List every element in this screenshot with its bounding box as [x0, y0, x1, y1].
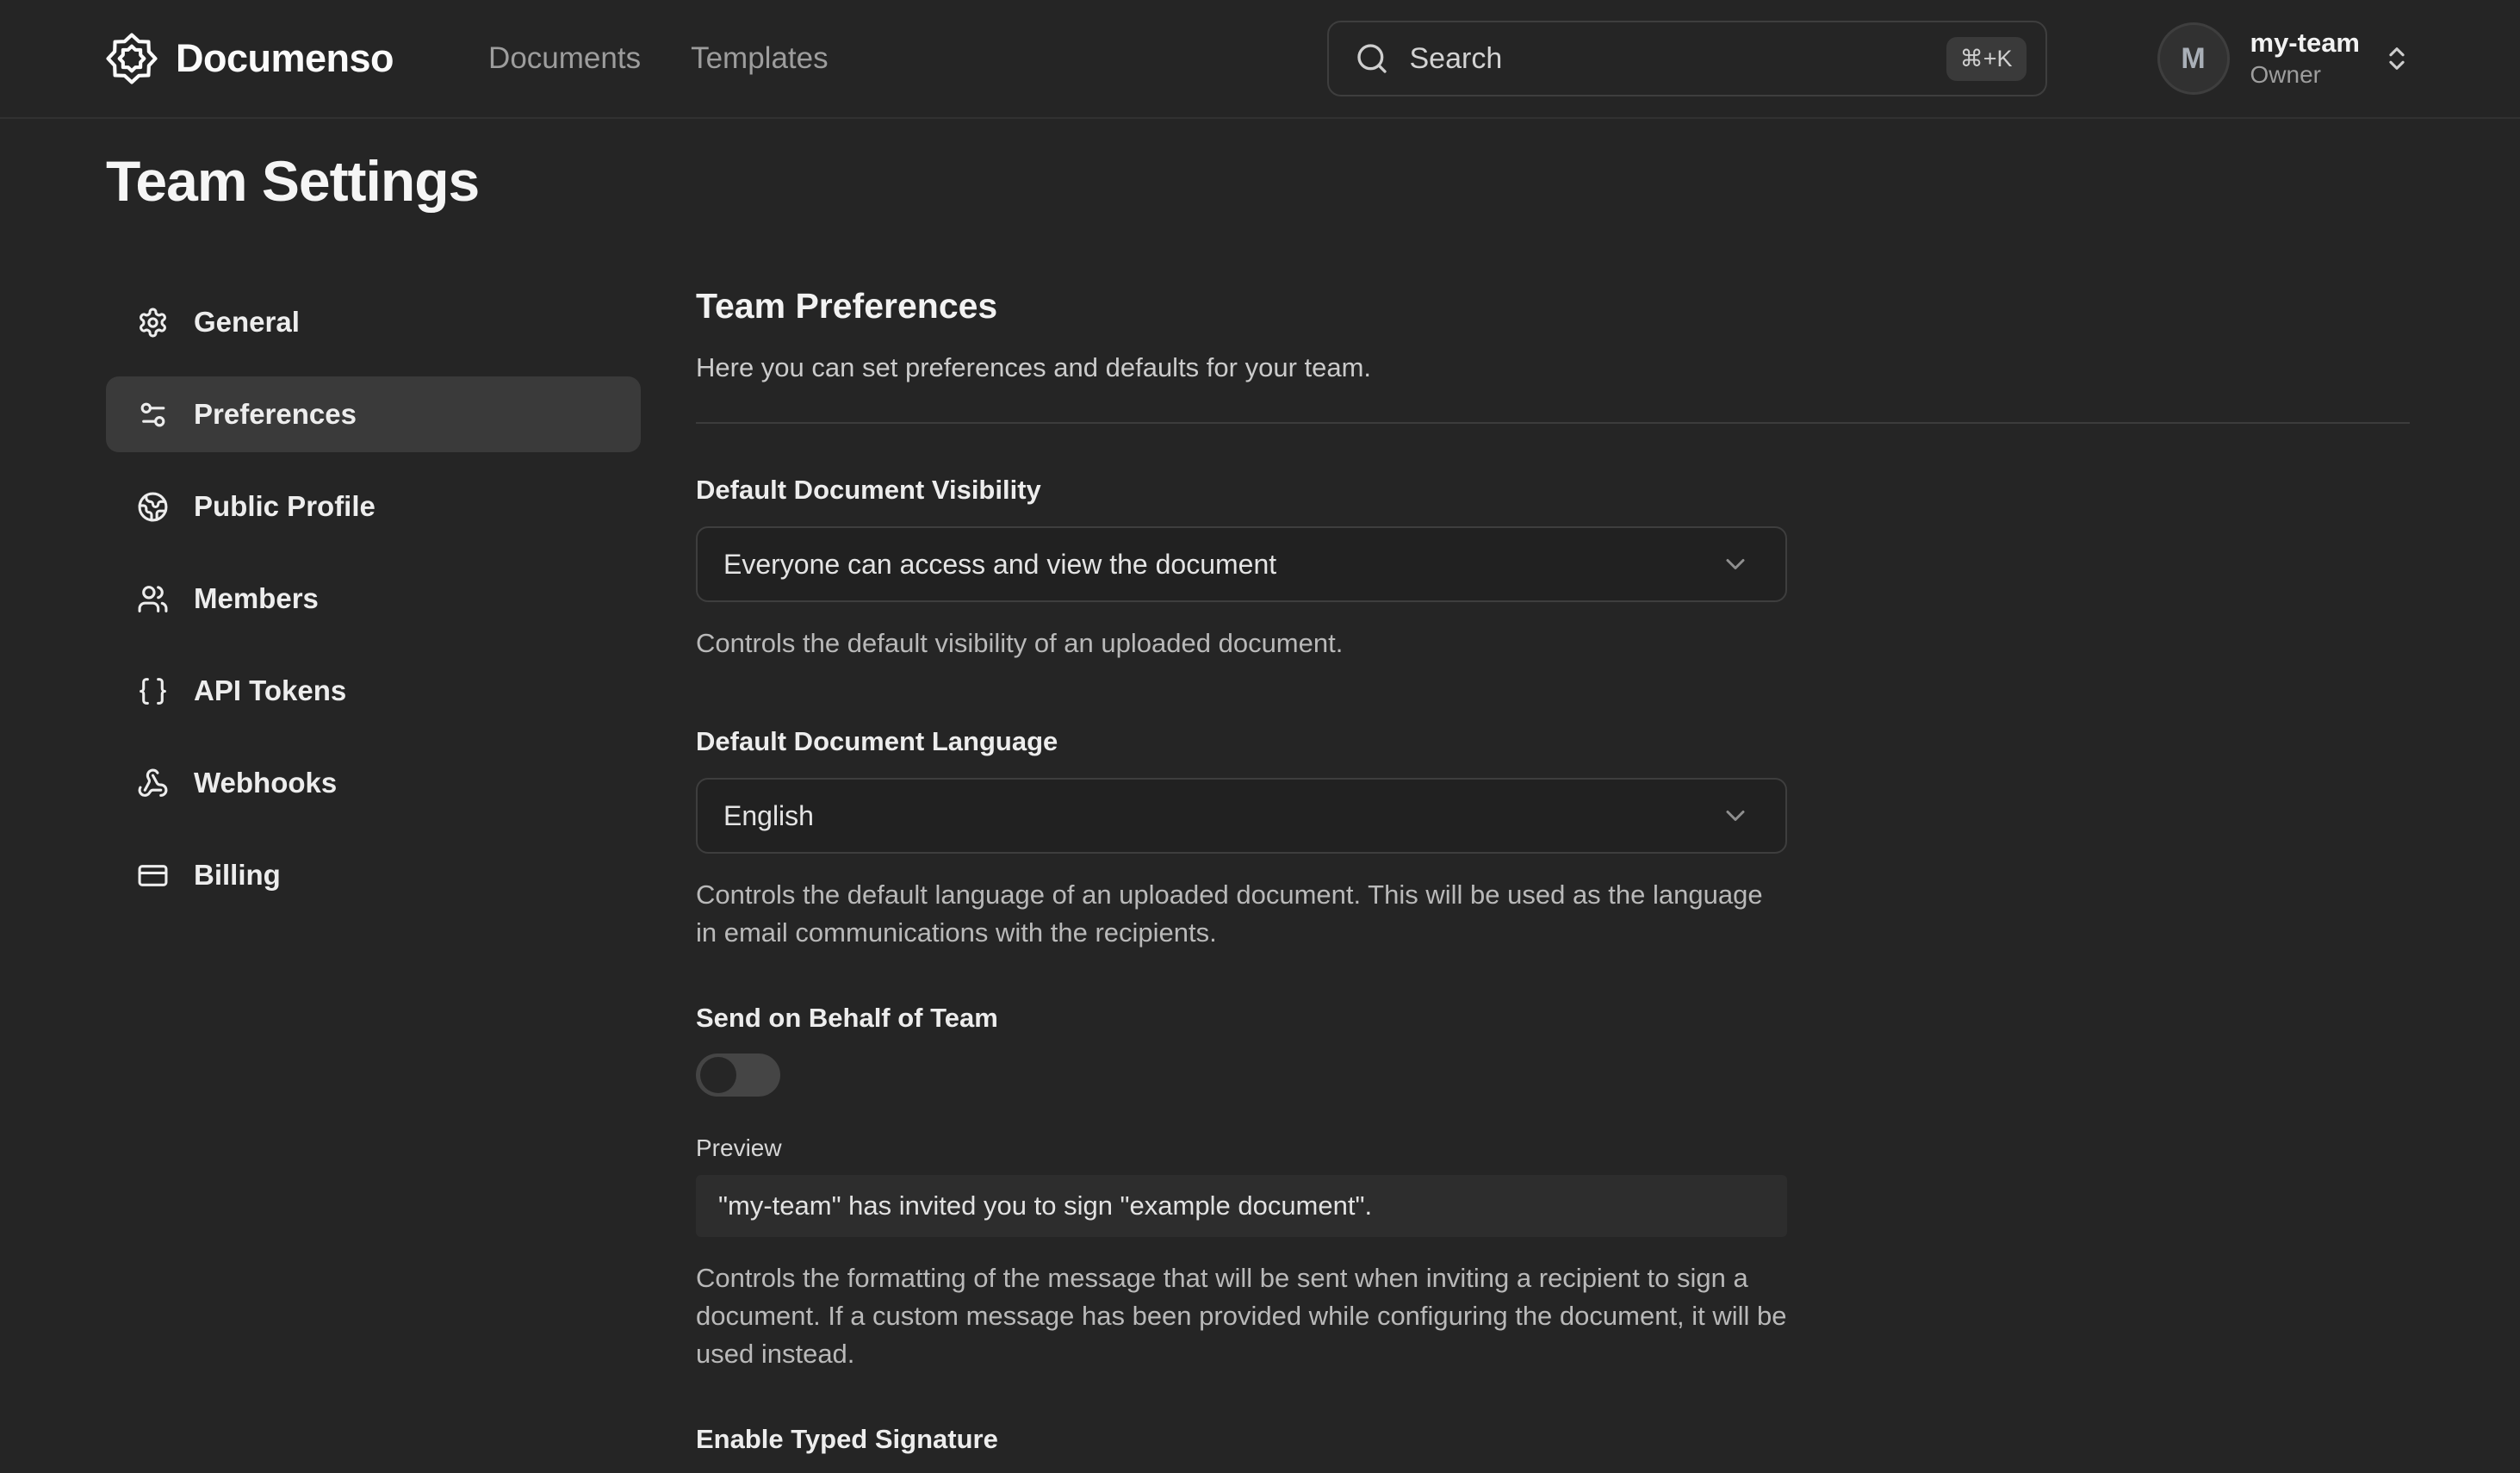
message-preview-text: "my-team" has invited you to sign "examp…: [718, 1190, 1372, 1221]
visibility-help: Controls the default visibility of an up…: [696, 625, 1816, 662]
preview-label: Preview: [696, 1134, 2410, 1162]
search-input[interactable]: Search ⌘+K: [1327, 21, 2047, 96]
sidebar-item-label: API Tokens: [194, 674, 346, 707]
globe-icon: [137, 491, 169, 523]
chevron-down-icon: [1720, 800, 1751, 831]
team-preferences-panel: Team Preferences Here you can set prefer…: [696, 284, 2410, 1473]
sliders-icon: [137, 399, 169, 431]
top-nav: Documenso Documents Templates Search ⌘+K…: [0, 0, 2520, 119]
search-icon: [1355, 41, 1389, 76]
sidebar-item-public-profile[interactable]: Public Profile: [106, 469, 641, 544]
sidebar-item-general[interactable]: General: [106, 284, 641, 360]
gear-icon: [137, 307, 169, 339]
visibility-value: Everyone can access and view the documen…: [723, 549, 1276, 581]
chevron-down-icon: [1720, 549, 1751, 580]
language-label: Default Document Language: [696, 726, 2410, 757]
sidebar-item-api-tokens[interactable]: API Tokens: [106, 653, 641, 729]
divider: [696, 422, 2410, 424]
team-switcher[interactable]: M my-team Owner: [2157, 22, 2412, 95]
primary-nav: Documents Templates: [488, 41, 829, 76]
sidebar-item-label: Billing: [194, 859, 281, 892]
search-shortcut-badge: ⌘+K: [1946, 37, 2027, 81]
page-title: Team Settings: [106, 145, 2520, 217]
language-help: Controls the default language of an uplo…: [696, 876, 1781, 952]
chevrons-up-down-icon: [2382, 44, 2411, 73]
credit-card-icon: [137, 860, 169, 892]
sidebar-item-preferences[interactable]: Preferences: [106, 376, 641, 452]
search-placeholder: Search: [1410, 42, 1503, 76]
language-value: English: [723, 800, 814, 832]
sidebar-item-label: General: [194, 306, 300, 339]
sidebar-item-billing[interactable]: Billing: [106, 837, 641, 913]
avatar: M: [2157, 22, 2230, 95]
team-role: Owner: [2250, 59, 2361, 90]
settings-sidebar: General Preferences Public Profile Membe…: [106, 284, 641, 1473]
toggle-knob: [700, 1057, 736, 1093]
team-name: my-team: [2250, 27, 2361, 59]
visibility-select[interactable]: Everyone can access and view the documen…: [696, 526, 1787, 602]
brand-name: Documenso: [176, 36, 394, 81]
visibility-label: Default Document Visibility: [696, 475, 2410, 506]
sidebar-item-label: Members: [194, 582, 319, 615]
sidebar-item-label: Preferences: [194, 398, 357, 431]
sidebar-item-label: Public Profile: [194, 490, 376, 523]
panel-heading: Team Preferences: [696, 284, 2410, 327]
braces-icon: [137, 675, 169, 707]
send-on-behalf-toggle[interactable]: [696, 1053, 780, 1097]
documenso-logo-icon: [103, 30, 160, 87]
language-select[interactable]: English: [696, 778, 1787, 854]
send-on-behalf-label: Send on Behalf of Team: [696, 1003, 2410, 1034]
sidebar-item-webhooks[interactable]: Webhooks: [106, 745, 641, 821]
send-on-behalf-help: Controls the formatting of the message t…: [696, 1259, 1816, 1373]
brand-logo[interactable]: Documenso: [103, 30, 394, 87]
users-icon: [137, 583, 169, 615]
nav-link-documents[interactable]: Documents: [488, 41, 641, 76]
nav-link-templates[interactable]: Templates: [691, 41, 829, 76]
sidebar-item-label: Webhooks: [194, 767, 337, 799]
typed-signature-label: Enable Typed Signature: [696, 1424, 2410, 1455]
sidebar-item-members[interactable]: Members: [106, 561, 641, 637]
webhook-icon: [137, 768, 169, 799]
panel-description: Here you can set preferences and default…: [696, 352, 2410, 383]
message-preview: "my-team" has invited you to sign "examp…: [696, 1175, 1787, 1237]
